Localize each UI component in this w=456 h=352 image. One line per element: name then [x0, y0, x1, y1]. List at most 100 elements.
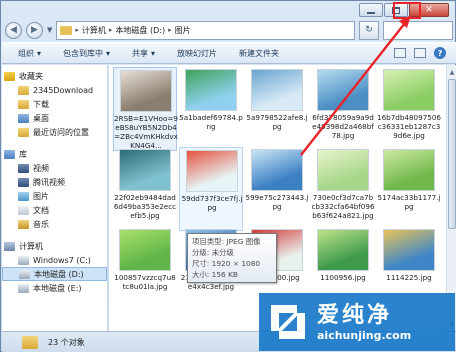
refresh-button[interactable]: ↻: [359, 20, 379, 40]
file-tile[interactable]: 59dd737f3ce7fj.jpg: [179, 147, 243, 231]
nav-item-drive-d[interactable]: 本地磁盘 (D:): [2, 267, 107, 281]
organize-button[interactable]: 组织 ▾: [18, 48, 41, 59]
preview-pane-icon[interactable]: [414, 48, 426, 58]
explorer-window: ✕ ◀ ▶ ▼ ▸ 计算机 ▸ 本地磁盘 (D:) ▸ 图片 ↻ 组织 ▾ 包含到…: [0, 0, 456, 352]
breadcrumb-drive-d[interactable]: 本地磁盘 (D:): [115, 25, 165, 36]
include-in-library-label: 包含到库中: [63, 48, 104, 58]
view-options-icon[interactable]: [394, 48, 406, 58]
history-dropdown-icon[interactable]: ▼: [47, 26, 52, 34]
image-thumbnail: [383, 69, 435, 111]
slideshow-button[interactable]: 放映幻灯片: [177, 48, 217, 59]
file-name: 6fd378059a9a9de49398d2a468bf78.jpg: [312, 113, 374, 140]
file-tile[interactable]: 5a9798522afe8.jpg: [245, 67, 309, 151]
nav-item-videos[interactable]: 视频: [2, 161, 107, 175]
nav-libraries[interactable]: 库: [2, 147, 107, 161]
nav-item-label: 下载: [33, 99, 49, 109]
image-thumbnail: [120, 70, 172, 112]
chevron-down-icon: ▾: [106, 48, 111, 58]
file-tile[interactable]: 5a1badef69784.png: [179, 67, 243, 151]
watermark: 爱纯净 aichunjing.com: [259, 293, 455, 351]
library-icon: [4, 149, 15, 159]
nav-item-label: 本地磁盘 (D:): [34, 269, 84, 279]
file-name: 730e0cf3d7ca7bcb332cfa64bf096b63f624a821…: [311, 193, 375, 220]
share-button[interactable]: 共享 ▾: [132, 48, 155, 59]
nav-item-drive-e[interactable]: 本地磁盘 (E:): [2, 281, 107, 295]
tooltip-type: 项目类型: JPEG 图像: [192, 237, 261, 246]
file-name: 22f02eb9484dad6d49ba353e2eccefb5.jpg: [113, 193, 177, 220]
nav-item-tencent-video[interactable]: 腾讯视频: [2, 175, 107, 189]
tooltip-filesize: 大小: 156 KB: [192, 270, 238, 279]
document-icon: [18, 205, 29, 215]
image-thumbnail: [317, 149, 369, 191]
forward-button[interactable]: ▶: [26, 21, 43, 39]
file-tile[interactable]: 599e75c273443.jpg: [245, 147, 309, 231]
file-tile[interactable]: 100857vzzcq7u8tc8u01la.jpg: [113, 227, 177, 311]
nav-item-2345download[interactable]: 2345Download: [2, 83, 107, 97]
include-in-library-button[interactable]: 包含到库中 ▾: [63, 48, 110, 59]
address-bar[interactable]: ▸ 计算机 ▸ 本地磁盘 (D:) ▸ 图片: [56, 20, 355, 40]
nav-item-label: 本地磁盘 (E:): [33, 283, 82, 293]
minimize-button[interactable]: [359, 3, 383, 17]
nav-item-label: 视频: [33, 163, 49, 173]
nav-item-downloads[interactable]: 下载: [2, 97, 107, 111]
file-tile[interactable]: 6fd378059a9a9de49398d2a468bf78.jpg: [311, 67, 375, 151]
breadcrumb-computer[interactable]: 计算机: [82, 25, 106, 36]
image-thumbnail: [317, 69, 369, 111]
nav-item-pictures[interactable]: 图片: [2, 189, 107, 203]
address-row: ◀ ▶ ▼ ▸ 计算机 ▸ 本地磁盘 (D:) ▸ 图片 ↻: [5, 19, 453, 41]
nav-item-label: 2345Download: [33, 85, 94, 95]
new-folder-button[interactable]: 新建文件夹: [239, 48, 279, 59]
chevron-right-icon: ▸: [108, 26, 113, 34]
nav-computer[interactable]: 计算机: [2, 239, 107, 253]
nav-favorites[interactable]: 收藏夹: [2, 69, 107, 83]
image-thumbnail: [317, 229, 369, 271]
nav-item-label: 腾讯视频: [33, 177, 65, 187]
file-tile[interactable]: 5174ac33b1177.jpg: [377, 147, 441, 231]
image-thumbnail: [251, 69, 303, 111]
file-name: 16b7db48097506c36331eb1287c39d6e.jpg: [377, 113, 441, 140]
refresh-icon: ↻: [365, 25, 373, 35]
nav-item-drive-c[interactable]: Windows7 (C:): [2, 253, 107, 267]
star-icon: [4, 71, 15, 81]
music-icon: [18, 219, 29, 229]
new-folder-label: 新建文件夹: [239, 48, 280, 58]
logo-icon: [271, 305, 305, 339]
organize-label: 组织: [18, 48, 34, 58]
file-name: 599e75c273443.jpg: [245, 193, 309, 211]
nav-item-recent[interactable]: 最近访问的位置: [2, 125, 107, 139]
help-icon[interactable]: ?: [434, 47, 446, 59]
folder-icon: [18, 85, 29, 95]
minimize-icon: [367, 11, 375, 14]
nav-item-label: 文档: [33, 205, 49, 215]
file-tile[interactable]: 730e0cf3d7ca7bcb332cfa64bf096b63f624a821…: [311, 147, 375, 231]
image-thumbnail: [119, 149, 171, 191]
back-arrow-icon: ◀: [10, 25, 17, 35]
file-tile[interactable]: 22f02eb9484dad6d49ba353e2eccefb5.jpg: [113, 147, 177, 231]
picture-icon: [18, 191, 29, 201]
tooltip-rating: 分级: 未分级: [192, 248, 234, 257]
vertical-scrollbar[interactable]: ▲ ▼: [446, 65, 456, 331]
image-thumbnail: [383, 229, 435, 271]
file-tile[interactable]: 16b7db48097506c36331eb1287c39d6e.jpg: [377, 67, 441, 151]
image-thumbnail: [251, 149, 303, 191]
file-grid: 2RSB=E1VHoo=9eBS8uYB5N2Db4=ZBc4VmKHkdvxK…: [109, 65, 446, 331]
nav-favorites-label: 收藏夹: [19, 71, 43, 81]
folder-icon: [60, 25, 73, 35]
back-button[interactable]: ◀: [5, 21, 22, 39]
breadcrumb-pictures[interactable]: 图片: [175, 25, 191, 36]
scrollbar-thumb[interactable]: [448, 79, 456, 229]
search-input[interactable]: [383, 20, 453, 40]
drive-icon: [19, 269, 30, 279]
nav-item-desktop[interactable]: 桌面: [2, 111, 107, 125]
nav-item-music[interactable]: 音乐: [2, 217, 107, 231]
scroll-up-icon[interactable]: ▲: [447, 67, 456, 77]
toolbar-right: ?: [394, 47, 446, 59]
nav-item-documents[interactable]: 文档: [2, 203, 107, 217]
recent-places-icon: [18, 127, 29, 137]
image-thumbnail: [383, 149, 435, 191]
share-label: 共享: [132, 48, 149, 58]
forward-arrow-icon: ▶: [31, 25, 38, 35]
nav-item-label: Windows7 (C:): [33, 255, 91, 265]
computer-icon: [4, 241, 15, 251]
file-tile[interactable]: 2RSB=E1VHoo=9eBS8uYB5N2Db4=ZBc4VmKHkdvxK…: [113, 67, 178, 151]
